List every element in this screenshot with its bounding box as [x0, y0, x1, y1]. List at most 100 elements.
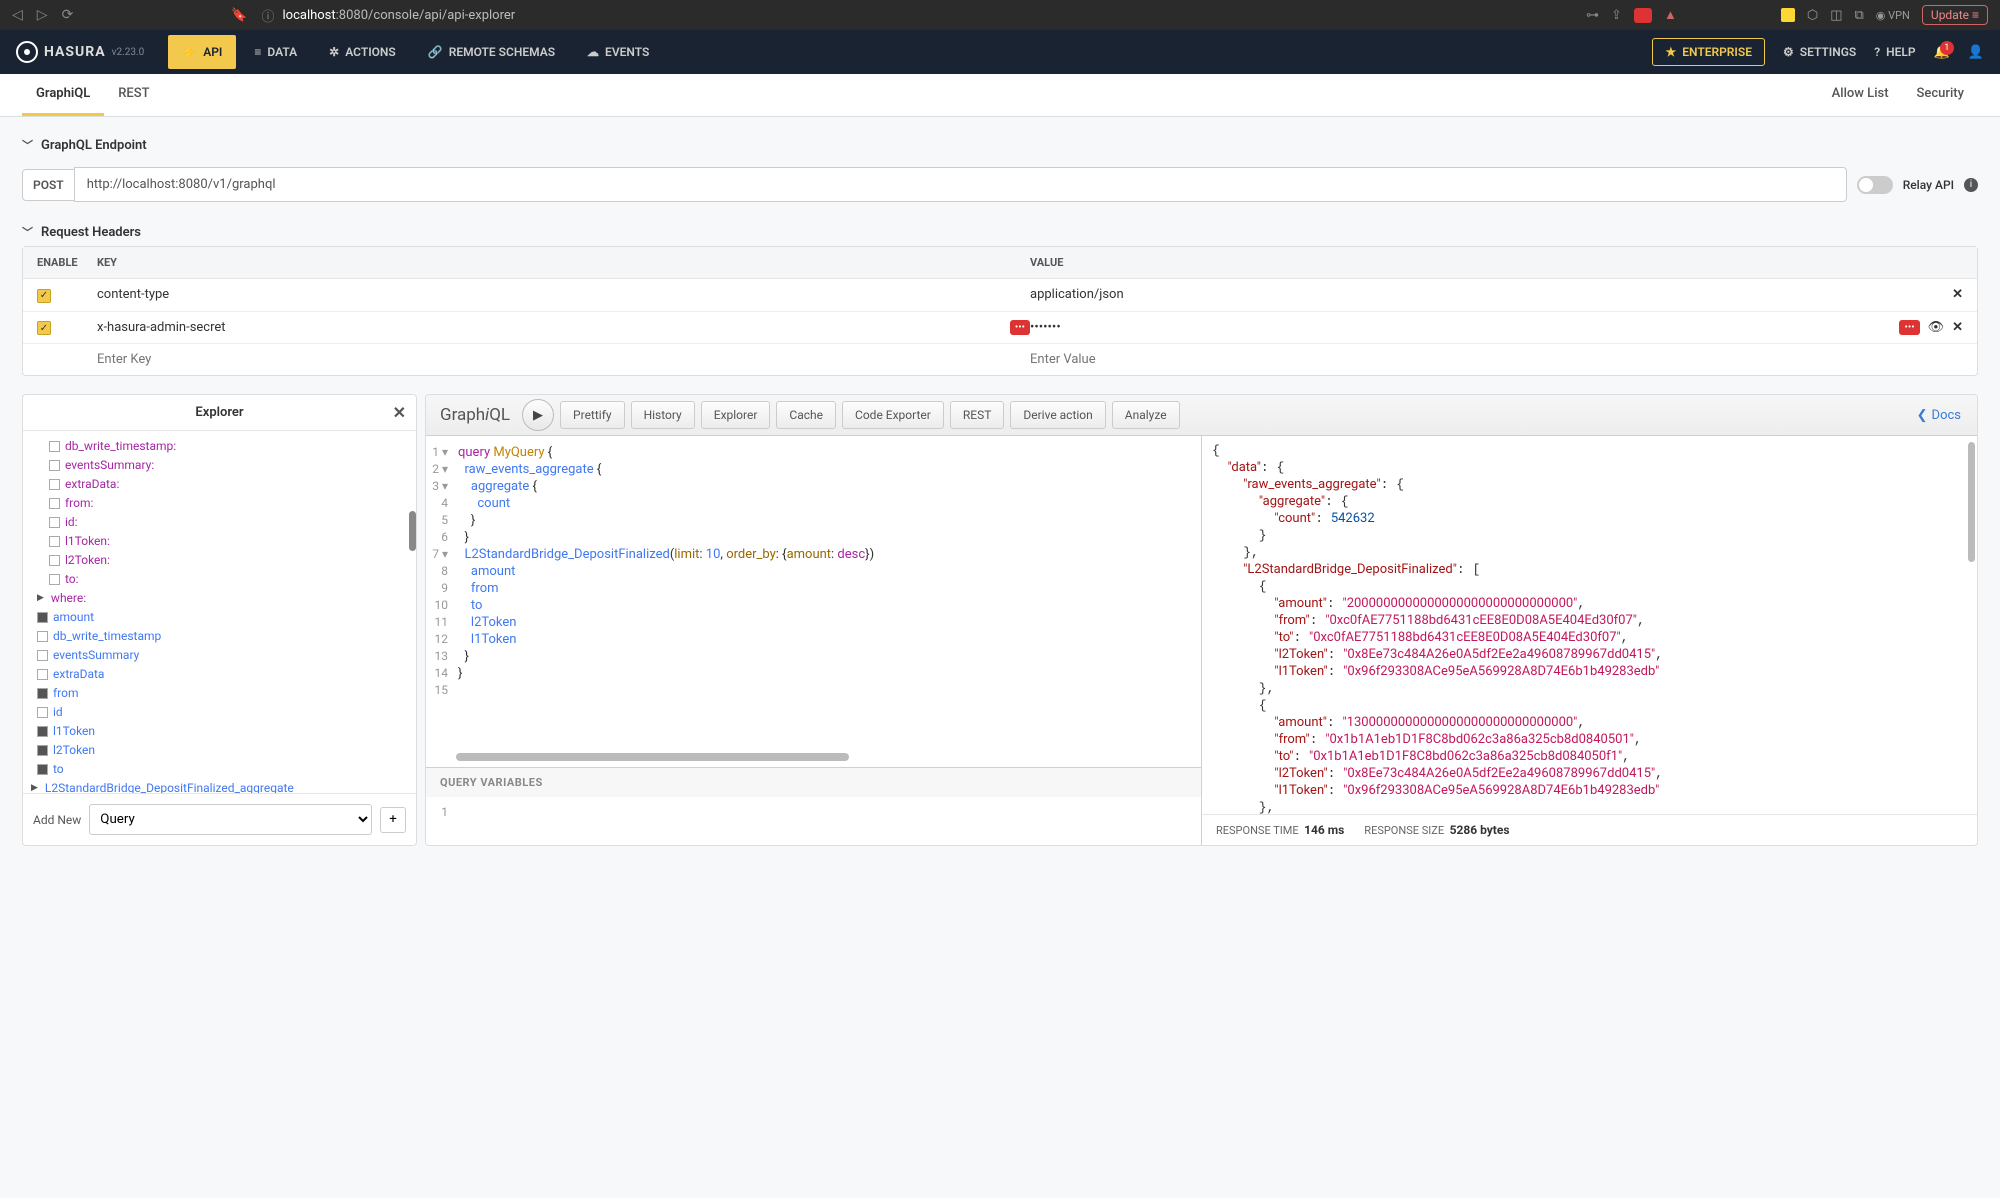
user-icon[interactable]: 👤: [1968, 45, 1984, 60]
relay-label: Relay API: [1903, 178, 1954, 192]
docs-button[interactable]: ❮Docs: [1909, 404, 1969, 427]
scrollbar-thumb[interactable]: [1968, 442, 1975, 562]
secret-badge[interactable]: •••: [1899, 320, 1919, 335]
explorer-field[interactable]: eventsSummary: [37, 646, 406, 665]
endpoint-url-input[interactable]: [74, 167, 1847, 202]
rest-button[interactable]: REST: [950, 401, 1005, 429]
explorer-arg[interactable]: l1Token:: [49, 532, 406, 551]
explorer-arg[interactable]: from:: [49, 494, 406, 513]
headers-section-header[interactable]: ﹀ Request Headers: [22, 218, 1978, 246]
header-value[interactable]: •••••••: [1030, 320, 1891, 335]
panel-icon[interactable]: ◫: [1830, 8, 1842, 23]
header-key[interactable]: content-type: [97, 287, 1030, 302]
logo[interactable]: HASURA v2.23.0: [16, 41, 144, 63]
eye-icon[interactable]: 👁: [1928, 320, 1945, 335]
bookmark-icon[interactable]: 🔖: [231, 8, 247, 23]
explorer-field[interactable]: l2Token: [37, 741, 406, 760]
help-link[interactable]: ?HELP: [1874, 45, 1915, 59]
scrollbar-thumb[interactable]: [409, 511, 416, 551]
explorer-field[interactable]: db_write_timestamp: [37, 627, 406, 646]
forward-icon[interactable]: ▷: [37, 7, 48, 23]
nav-events[interactable]: ☁EVENTS: [573, 35, 663, 69]
explorer-arg[interactable]: eventsSummary:: [49, 456, 406, 475]
header-key[interactable]: x-hasura-admin-secret: [97, 320, 1002, 335]
explorer-field[interactable]: amount: [37, 608, 406, 627]
query-variables-header[interactable]: QUERY VARIABLES: [426, 767, 1201, 797]
update-button[interactable]: Update ≡: [1922, 5, 1988, 25]
horizontal-scrollbar[interactable]: [456, 753, 1171, 763]
new-value-input[interactable]: [1030, 352, 1963, 367]
warning-icon[interactable]: ▲: [1664, 7, 1677, 23]
derive-action-button[interactable]: Derive action: [1010, 401, 1105, 429]
code-exporter-button[interactable]: Code Exporter: [842, 401, 944, 429]
result-pane: { "data": { "raw_events_aggregate": { "a…: [1202, 436, 1977, 845]
add-button[interactable]: +: [380, 807, 406, 833]
tab-icon[interactable]: ⧉: [1854, 8, 1863, 23]
relay-toggle[interactable]: [1857, 176, 1893, 194]
explorer-button[interactable]: Explorer: [701, 401, 771, 429]
add-new-label: Add New: [33, 813, 81, 827]
headers-table: ENABLE KEY VALUE ✓ content-type applicat…: [22, 246, 1978, 376]
new-key-input[interactable]: [97, 352, 1030, 367]
endpoint-section-header[interactable]: ﹀ GraphQL Endpoint: [22, 131, 1978, 159]
key-icon[interactable]: ⊶: [1586, 8, 1599, 23]
explorer-field[interactable]: to: [37, 760, 406, 779]
tab-graphiql[interactable]: GraphiQL: [22, 74, 104, 116]
cache-button[interactable]: Cache: [776, 401, 836, 429]
explorer-arg[interactable]: extraData:: [49, 475, 406, 494]
explorer-field[interactable]: from: [37, 684, 406, 703]
execute-button[interactable]: ▶: [522, 399, 554, 431]
close-icon[interactable]: ✕: [393, 403, 406, 422]
enable-checkbox[interactable]: ✓: [37, 289, 51, 303]
info-icon[interactable]: i: [1964, 178, 1978, 192]
chevron-down-icon: ﹀: [22, 224, 33, 240]
back-icon[interactable]: ◁: [12, 7, 23, 23]
enterprise-button[interactable]: ★ENTERPRISE: [1652, 38, 1765, 66]
history-button[interactable]: History: [631, 401, 695, 429]
nav-actions[interactable]: ✲ACTIONS: [315, 35, 410, 69]
site-info-icon[interactable]: ⓘ: [261, 6, 274, 25]
graphiql-title: GraphiQL: [434, 401, 516, 429]
header-row-new: [23, 344, 1977, 375]
secret-badge[interactable]: •••: [1010, 320, 1030, 335]
address-bar[interactable]: ⓘ localhost:8080/console/api/api-explore…: [261, 6, 1572, 25]
enable-checkbox[interactable]: ✓: [37, 321, 51, 335]
share-icon[interactable]: ⇪: [1611, 8, 1622, 23]
explorer-tree[interactable]: db_write_timestamp:eventsSummary:extraDa…: [23, 431, 416, 793]
delete-icon[interactable]: ✕: [1952, 320, 1963, 335]
help-icon: ?: [1874, 45, 1880, 59]
explorer-field[interactable]: l1Token: [37, 722, 406, 741]
nav-api[interactable]: ⚡API: [168, 35, 236, 69]
vpn-label[interactable]: ◉ VPN: [1876, 9, 1910, 22]
add-new-select[interactable]: Query: [89, 804, 372, 835]
explorer-arg[interactable]: to:: [49, 570, 406, 589]
tab-security[interactable]: Security: [1903, 74, 1978, 116]
explorer-title: Explorer: [195, 405, 243, 420]
note-icon[interactable]: [1781, 8, 1795, 22]
delete-icon[interactable]: ✕: [1952, 287, 1963, 302]
ext-icon[interactable]: ⬡: [1807, 8, 1818, 23]
shield-icon[interactable]: [1634, 8, 1652, 23]
notifications-button[interactable]: 🔔1: [1934, 45, 1950, 60]
explorer-arg[interactable]: l2Token:: [49, 551, 406, 570]
nav-data[interactable]: ≡DATA: [240, 35, 311, 69]
settings-link[interactable]: ⚙SETTINGS: [1783, 45, 1856, 59]
reload-icon[interactable]: ⟳: [62, 7, 74, 23]
result-viewer[interactable]: { "data": { "raw_events_aggregate": { "a…: [1202, 436, 1977, 814]
explorer-field[interactable]: extraData: [37, 665, 406, 684]
explorer-arg[interactable]: db_write_timestamp:: [49, 437, 406, 456]
nav-remote-schemas[interactable]: 🔗REMOTE SCHEMAS: [414, 35, 569, 69]
header-row: ✓ x-hasura-admin-secret ••• ••••••• ••• …: [23, 312, 1977, 345]
tab-allow-list[interactable]: Allow List: [1818, 74, 1903, 116]
gear-icon: ⚙: [1783, 45, 1794, 59]
header-value[interactable]: application/json: [1030, 287, 1944, 302]
analyze-button[interactable]: Analyze: [1112, 401, 1180, 429]
explorer-field[interactable]: id: [37, 703, 406, 722]
prettify-button[interactable]: Prettify: [560, 401, 625, 429]
browser-toolbar: ◁ ▷ ⟳ 🔖 ⓘ localhost:8080/console/api/api…: [0, 0, 2000, 30]
api-subtabs: GraphiQL REST Allow List Security: [0, 74, 2000, 117]
result-footer: RESPONSE TIME 146 ms RESPONSE SIZE 5286 …: [1202, 814, 1977, 845]
tab-rest[interactable]: REST: [104, 74, 163, 116]
query-editor[interactable]: 1 ▾2 ▾3 ▾4567 ▾89101112131415 query MyQu…: [426, 436, 1202, 845]
explorer-arg[interactable]: id:: [49, 513, 406, 532]
